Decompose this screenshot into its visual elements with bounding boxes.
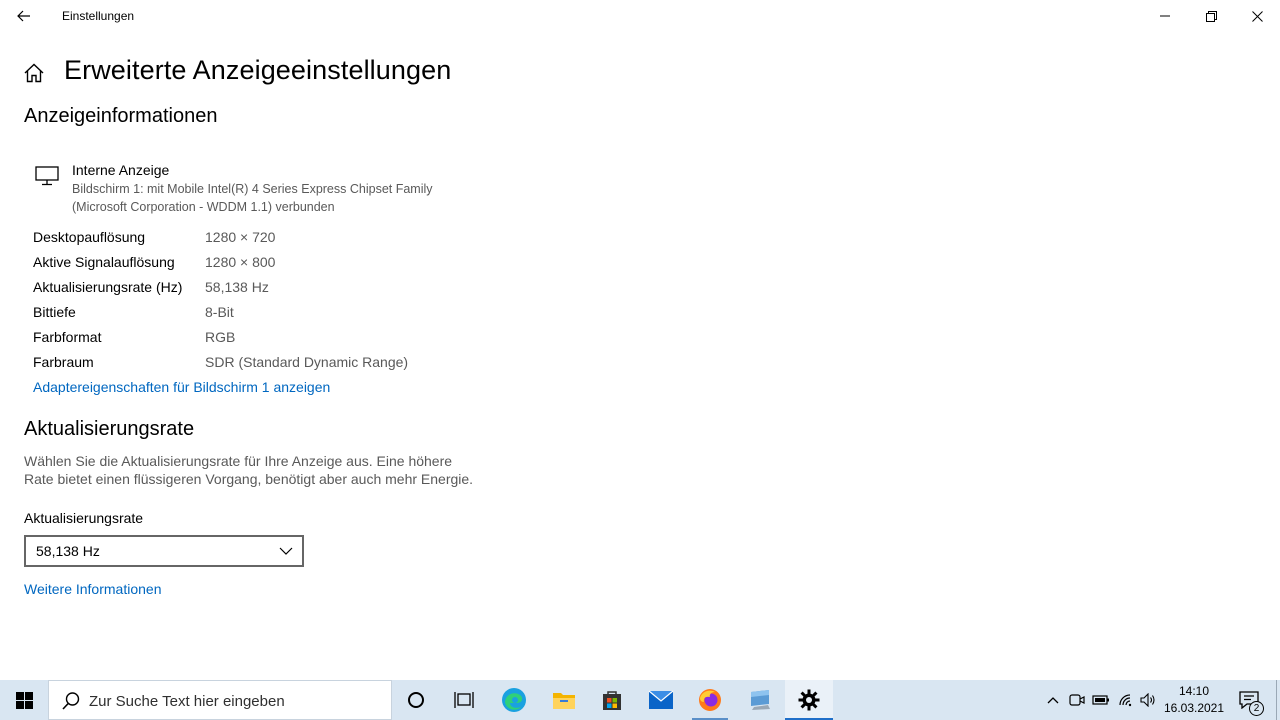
- more-info-link[interactable]: Weitere Informationen: [24, 581, 161, 597]
- start-button[interactable]: [0, 680, 48, 720]
- info-label: Aktive Signalauflösung: [33, 254, 175, 270]
- display-name: Interne Anzeige: [72, 162, 170, 178]
- restore-button[interactable]: [1188, 0, 1234, 32]
- refresh-rate-dropdown[interactable]: 58,138 Hz: [24, 535, 304, 567]
- home-button[interactable]: [22, 61, 46, 85]
- gear-icon: [798, 689, 820, 711]
- display-info-heading: Anzeigeinformationen: [24, 105, 218, 127]
- taskbar-search-box[interactable]: Zur Suche Text hier eingeben: [48, 680, 392, 720]
- back-button[interactable]: [10, 3, 38, 29]
- page-title: Erweiterte Anzeigeeinstellungen: [64, 55, 452, 85]
- clock-date: 16.03.2021: [1163, 701, 1225, 715]
- clock-time: 14:10: [1178, 684, 1210, 698]
- show-hidden-icons-button[interactable]: [1042, 680, 1064, 720]
- remote-desktop-icon: [751, 690, 770, 710]
- refresh-rate-label: Aktualisierungsrate: [24, 510, 144, 526]
- edge-icon: [502, 688, 526, 712]
- close-icon: [1251, 10, 1263, 22]
- info-value: 1280 × 720: [205, 229, 276, 245]
- search-placeholder: Zur Suche Text hier eingeben: [89, 693, 285, 710]
- minimize-icon: [1160, 15, 1170, 17]
- video-camera-icon: [1069, 694, 1085, 706]
- battery-icon: [1092, 695, 1109, 705]
- refresh-rate-description: Wählen Sie die Aktualisierungsrate für I…: [24, 452, 494, 488]
- folder-icon: [553, 693, 575, 709]
- firefox-icon: [699, 689, 721, 711]
- show-desktop-button[interactable]: [1276, 680, 1280, 720]
- info-value: SDR (Standard Dynamic Range): [205, 354, 409, 370]
- windows-logo-icon: [15, 691, 33, 709]
- adapter-properties-link[interactable]: Adaptereigenschaften für Bildschirm 1 an…: [33, 379, 330, 395]
- display-description: Bildschirm 1: mit Mobile Intel(R) 4 Seri…: [72, 180, 492, 216]
- taskbar-app-mail[interactable]: [637, 680, 685, 720]
- title-bar: Einstellungen: [0, 0, 1280, 32]
- store-icon: [603, 691, 621, 710]
- taskbar: Zur Suche Text hier eingeben 14:10 16.03…: [0, 680, 1280, 720]
- task-view-icon: [454, 692, 474, 708]
- info-label: Bittiefe: [33, 304, 76, 320]
- monitor-icon: [35, 166, 59, 186]
- minimize-button[interactable]: [1142, 0, 1188, 32]
- taskbar-app-file-explorer[interactable]: [540, 680, 588, 720]
- info-label: Farbformat: [33, 329, 102, 345]
- info-value: 58,138 Hz: [205, 279, 269, 295]
- taskbar-app-edge[interactable]: [490, 680, 538, 720]
- task-view-button[interactable]: [440, 680, 488, 720]
- wifi-icon: [1119, 694, 1132, 707]
- search-icon: [62, 692, 80, 710]
- arrow-left-icon: [17, 10, 30, 22]
- restore-icon: [1205, 10, 1217, 22]
- refresh-rate-description-line: Rate bietet einen flüssigeren Vorgang, b…: [24, 471, 474, 487]
- taskbar-app-remote-desktop[interactable]: [736, 680, 784, 720]
- refresh-rate-selected: 58,138 Hz: [36, 543, 100, 559]
- home-icon: [24, 63, 44, 83]
- cortana-button[interactable]: [392, 680, 440, 720]
- tray-network[interactable]: [1115, 680, 1139, 720]
- taskbar-app-store[interactable]: [588, 680, 636, 720]
- info-value: 8-Bit: [205, 304, 234, 320]
- close-button[interactable]: [1234, 0, 1280, 32]
- notification-count-badge: 2: [1249, 701, 1264, 716]
- refresh-rate-description-line: Wählen Sie die Aktualisierungsrate für I…: [24, 453, 453, 469]
- taskbar-app-firefox[interactable]: [686, 680, 734, 720]
- info-label: Farbraum: [33, 354, 94, 370]
- chevron-up-icon: [1047, 697, 1059, 704]
- info-label: Desktopauflösung: [33, 229, 146, 245]
- display-description-line: (Microsoft Corporation - WDDM 1.1) verbu…: [72, 200, 335, 214]
- speaker-icon: [1140, 693, 1155, 707]
- info-value: 1280 × 800: [205, 254, 276, 270]
- chevron-down-icon: [279, 547, 293, 555]
- taskbar-app-settings[interactable]: [785, 680, 833, 720]
- tray-battery[interactable]: [1090, 680, 1112, 720]
- tray-volume[interactable]: [1137, 680, 1159, 720]
- tray-meet-now[interactable]: [1066, 680, 1088, 720]
- action-center-button[interactable]: 2: [1232, 680, 1266, 720]
- info-label: Aktualisierungsrate (Hz): [33, 279, 183, 295]
- window-title: Einstellungen: [62, 9, 135, 23]
- display-description-line: Bildschirm 1: mit Mobile Intel(R) 4 Seri…: [72, 182, 433, 196]
- refresh-rate-heading: Aktualisierungsrate: [24, 418, 195, 440]
- taskbar-clock[interactable]: 14:10 16.03.2021: [1160, 683, 1228, 717]
- info-value: RGB: [205, 329, 236, 345]
- cortana-icon: [408, 692, 424, 708]
- mail-icon: [648, 690, 674, 709]
